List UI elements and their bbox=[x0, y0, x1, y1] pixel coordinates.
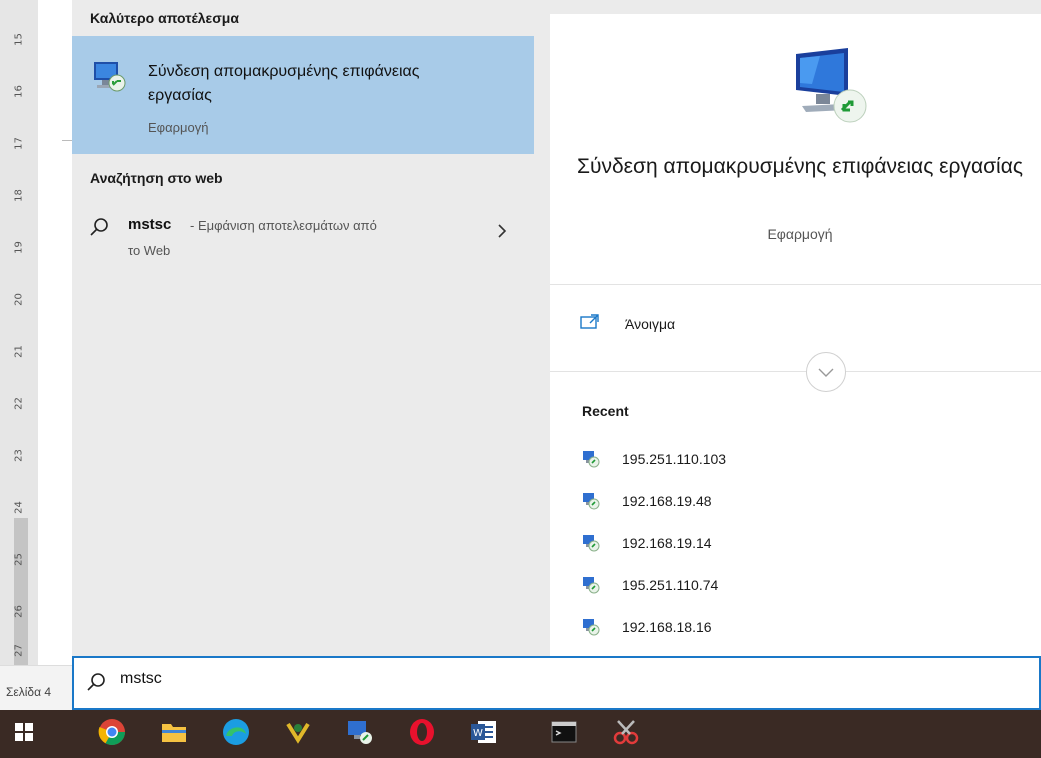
search-icon bbox=[89, 217, 109, 242]
divider bbox=[550, 284, 1041, 285]
start-search-panel: Καλύτερο αποτέλεσμα Σύνδεση απομακρυσμέν… bbox=[72, 0, 1041, 658]
web-result-description-cont: το Web bbox=[128, 243, 171, 258]
search-input[interactable] bbox=[120, 670, 520, 688]
recent-item[interactable]: 192.168.19.48 bbox=[582, 486, 882, 516]
ruler-number: 17 bbox=[13, 137, 25, 150]
recent-ip: 192.168.19.14 bbox=[622, 535, 712, 551]
app-icon bbox=[284, 718, 312, 751]
taskbar-opera[interactable] bbox=[398, 710, 446, 758]
recent-ip: 192.168.19.48 bbox=[622, 493, 712, 509]
web-search-result[interactable]: mstsc - Εμφάνιση αποτελεσμάτων από το We… bbox=[72, 205, 534, 265]
svg-text:W: W bbox=[473, 728, 483, 739]
expand-section bbox=[550, 352, 1041, 392]
open-action[interactable]: Άνοιγμα bbox=[580, 308, 880, 338]
divider bbox=[550, 371, 1041, 372]
recent-item[interactable]: 192.168.19.14 bbox=[582, 528, 882, 558]
taskbar-terminal[interactable] bbox=[540, 710, 588, 758]
taskbar-remote-desktop[interactable] bbox=[336, 710, 384, 758]
remote-desktop-small-icon bbox=[582, 576, 600, 599]
ruler-number: 23 bbox=[13, 449, 25, 462]
ruler-number: 21 bbox=[13, 345, 25, 358]
taskbar-chrome[interactable] bbox=[88, 710, 136, 758]
remote-desktop-large-icon bbox=[790, 44, 874, 133]
recent-item[interactable]: 195.251.110.103 bbox=[582, 444, 882, 474]
web-result-query: mstsc bbox=[128, 216, 172, 233]
best-match-title: Σύνδεση απομακρυσμένης επιφάνειας εργασί… bbox=[148, 63, 420, 104]
ruler-number: 26 bbox=[13, 605, 25, 618]
edge-icon bbox=[222, 718, 250, 751]
preview-title: Σύνδεση απομακρυσμένης επιφάνειας εργασί… bbox=[577, 155, 1023, 178]
ruler-number: 25 bbox=[13, 553, 25, 566]
best-match-result[interactable]: Σύνδεση απομακρυσμένης επιφάνειας εργασί… bbox=[72, 36, 534, 154]
terminal-icon bbox=[551, 721, 577, 748]
ruler-number: 27 bbox=[13, 644, 25, 657]
remote-desktop-small-icon bbox=[582, 534, 600, 557]
ruler-number: 15 bbox=[13, 33, 25, 46]
snipping-tool-icon bbox=[612, 718, 640, 751]
recent-ip: 192.168.18.16 bbox=[622, 619, 712, 635]
vertical-ruler: 15 16 17 18 19 20 21 22 23 24 25 26 27 bbox=[0, 0, 39, 665]
chrome-icon bbox=[98, 718, 126, 751]
chevron-down-icon bbox=[817, 366, 835, 384]
taskbar-file-explorer[interactable] bbox=[150, 710, 198, 758]
word-status-bar: Σελίδα 4 bbox=[0, 665, 72, 709]
taskbar-edge[interactable] bbox=[212, 710, 260, 758]
start-button[interactable] bbox=[0, 710, 48, 758]
remote-desktop-small-icon bbox=[582, 492, 600, 515]
ruler-number: 24 bbox=[13, 501, 25, 514]
chevron-right-icon[interactable] bbox=[496, 223, 508, 244]
page-indicator[interactable]: Σελίδα 4 bbox=[6, 685, 51, 699]
start-icon bbox=[15, 722, 33, 746]
remote-desktop-icon bbox=[346, 718, 374, 751]
best-match-type: Εφαρμογή bbox=[148, 120, 209, 135]
ruler-number: 22 bbox=[13, 397, 25, 410]
ruler-number: 20 bbox=[13, 293, 25, 306]
word-icon: W bbox=[470, 719, 498, 750]
search-box bbox=[72, 656, 1041, 710]
open-icon bbox=[580, 314, 600, 335]
taskbar-word[interactable]: W bbox=[460, 710, 508, 758]
preview-pane: Σύνδεση απομακρυσμένης επιφάνειας εργασί… bbox=[550, 14, 1041, 658]
taskbar-app[interactable] bbox=[274, 710, 322, 758]
remote-desktop-icon bbox=[92, 58, 128, 99]
file-explorer-icon bbox=[161, 721, 187, 748]
recent-item[interactable]: 192.168.18.16 bbox=[582, 612, 882, 642]
web-result-description: - Εμφάνιση αποτελεσμάτων από bbox=[190, 218, 377, 233]
recent-heading: Recent bbox=[582, 403, 629, 419]
ruler-number: 16 bbox=[13, 85, 25, 98]
taskbar-snipping-tool[interactable] bbox=[602, 710, 650, 758]
preview-type: Εφαρμογή bbox=[767, 226, 833, 242]
recent-ip: 195.251.110.74 bbox=[622, 577, 719, 593]
opera-icon bbox=[408, 718, 436, 751]
ruler-number: 19 bbox=[13, 241, 25, 254]
search-icon bbox=[86, 672, 106, 697]
search-results-list: Καλύτερο αποτέλεσμα Σύνδεση απομακρυσμέν… bbox=[72, 0, 534, 658]
taskbar: W bbox=[0, 710, 1041, 758]
recent-ip: 195.251.110.103 bbox=[622, 451, 727, 467]
open-label: Άνοιγμα bbox=[625, 316, 676, 332]
ruler-number: 18 bbox=[13, 189, 25, 202]
best-match-heading: Καλύτερο αποτέλεσμα bbox=[90, 10, 239, 26]
remote-desktop-small-icon bbox=[582, 618, 600, 641]
remote-desktop-small-icon bbox=[582, 450, 600, 473]
web-search-heading: Αναζήτηση στο web bbox=[90, 170, 223, 186]
expand-button[interactable] bbox=[806, 352, 846, 392]
recent-item[interactable]: 195.251.110.74 bbox=[582, 570, 882, 600]
